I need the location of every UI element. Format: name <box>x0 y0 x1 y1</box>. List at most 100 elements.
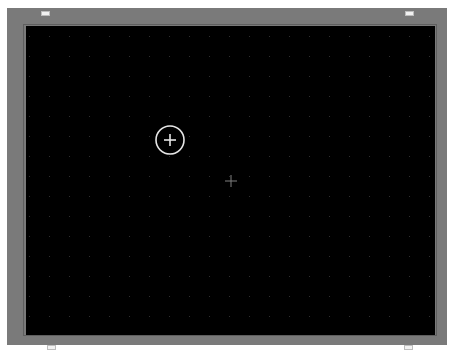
grid-dot <box>269 56 270 57</box>
grid-dot <box>29 96 30 97</box>
grid-dot <box>149 96 150 97</box>
grid-dot <box>29 156 30 157</box>
grid-dot <box>429 76 430 77</box>
grid-dot <box>329 236 330 237</box>
grid-dot <box>109 116 110 117</box>
grid-dot <box>129 236 130 237</box>
grid-dot <box>429 196 430 197</box>
grid-dot <box>309 136 310 137</box>
grid-dot <box>149 196 150 197</box>
grid-dot <box>49 56 50 57</box>
grid-dot <box>249 56 250 57</box>
grid-dot <box>149 236 150 237</box>
grid-dot <box>349 276 350 277</box>
grid-dot <box>289 236 290 237</box>
grid-dot <box>249 116 250 117</box>
grid-dot <box>189 216 190 217</box>
grid-dot <box>349 176 350 177</box>
grid-dot <box>229 116 230 117</box>
crosshair-circle-icon[interactable] <box>155 125 185 155</box>
grid-dot <box>289 296 290 297</box>
grid-dot <box>229 36 230 37</box>
grid-dot <box>289 176 290 177</box>
grid-dot <box>189 296 190 297</box>
grid-dot <box>49 116 50 117</box>
grid-dot <box>229 136 230 137</box>
grid-dot <box>249 276 250 277</box>
center-plus-icon <box>225 175 237 187</box>
grid-dot <box>109 36 110 37</box>
grid-dot <box>249 76 250 77</box>
grid-dot <box>109 56 110 57</box>
grid-dot <box>109 136 110 137</box>
grid-dot <box>229 196 230 197</box>
grid-dot <box>309 96 310 97</box>
grid-dot <box>189 96 190 97</box>
grid-dot <box>429 56 430 57</box>
grid-dot <box>109 216 110 217</box>
grid-dot <box>109 76 110 77</box>
grid-dot <box>29 196 30 197</box>
grid-dot <box>309 196 310 197</box>
grid-dot <box>109 256 110 257</box>
drawing-canvas[interactable] <box>26 26 435 335</box>
grid-dot <box>429 236 430 237</box>
grid-dot <box>369 36 370 37</box>
grid-dot <box>69 276 70 277</box>
grid-dot <box>189 76 190 77</box>
grid-dot <box>429 316 430 317</box>
grid-dot <box>209 56 210 57</box>
grid-dot <box>409 76 410 77</box>
grid-dot <box>309 236 310 237</box>
grid-dot <box>249 196 250 197</box>
grid-dot <box>209 296 210 297</box>
grid-dot <box>169 176 170 177</box>
grid-dot <box>329 276 330 277</box>
grid-dot <box>209 216 210 217</box>
grid-dot <box>389 216 390 217</box>
resize-handle-top-left[interactable] <box>41 11 50 16</box>
grid-dot <box>429 136 430 137</box>
grid-dot <box>409 316 410 317</box>
grid-dot <box>349 196 350 197</box>
grid-dot <box>49 316 50 317</box>
grid-dot <box>429 216 430 217</box>
grid-dot <box>49 96 50 97</box>
grid-dot <box>89 276 90 277</box>
grid-dot <box>349 76 350 77</box>
resize-handle-bottom-left[interactable] <box>47 345 56 350</box>
grid-dot <box>29 316 30 317</box>
grid-dot <box>169 76 170 77</box>
grid-dot <box>109 276 110 277</box>
grid-dot <box>109 156 110 157</box>
grid-dot <box>189 276 190 277</box>
grid-dot <box>89 236 90 237</box>
grid-dot <box>309 296 310 297</box>
grid-dot <box>229 256 230 257</box>
grid-dot <box>209 196 210 197</box>
grid-dot <box>409 156 410 157</box>
grid-dot <box>289 96 290 97</box>
grid-dot <box>109 96 110 97</box>
grid-dot <box>169 276 170 277</box>
grid-dot <box>329 76 330 77</box>
grid-dot <box>389 316 390 317</box>
grid-dot <box>389 36 390 37</box>
grid-dot <box>49 136 50 137</box>
grid-dot <box>189 176 190 177</box>
grid-dot <box>209 96 210 97</box>
grid-dot <box>349 236 350 237</box>
grid-dot <box>229 216 230 217</box>
resize-handle-top-right[interactable] <box>405 11 414 16</box>
grid-dot <box>49 36 50 37</box>
grid-dots <box>29 36 430 317</box>
grid-dot <box>129 136 130 137</box>
grid-dot <box>109 236 110 237</box>
grid-dot <box>129 316 130 317</box>
grid-dot <box>69 196 70 197</box>
grid-dot <box>129 256 130 257</box>
grid-dot <box>149 316 150 317</box>
grid-dot <box>169 116 170 117</box>
resize-handle-bottom-right[interactable] <box>404 345 413 350</box>
grid-dot <box>369 156 370 157</box>
